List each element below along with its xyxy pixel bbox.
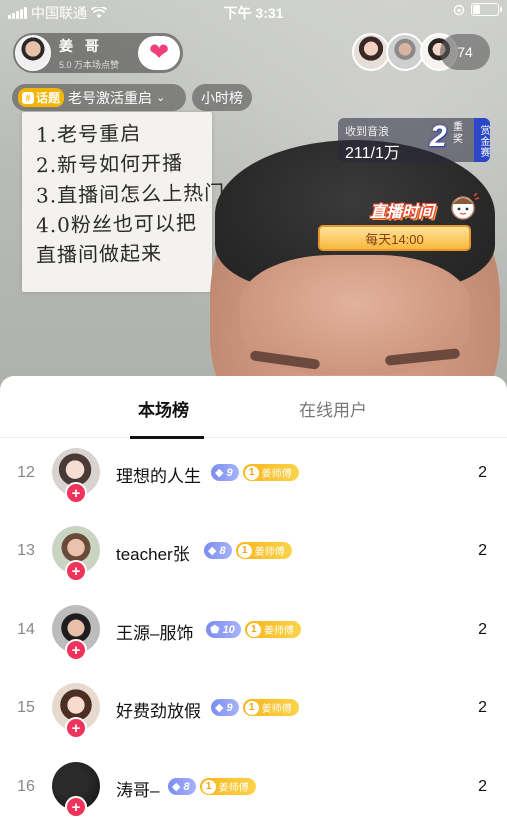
rank-row[interactable]: 15 + 好费劲放假 ◆ 9 1 姜师傅 2: [0, 683, 507, 763]
follow-plus-icon[interactable]: +: [65, 560, 87, 582]
viewer-count[interactable]: 74: [440, 34, 490, 70]
reward-label: 收到音浪: [345, 126, 389, 138]
follow-plus-icon[interactable]: +: [65, 639, 87, 661]
note-line: 1.老号重启: [35, 121, 142, 147]
host-avatar[interactable]: [15, 35, 51, 71]
follow-button[interactable]: ❤: [138, 36, 180, 70]
rank-row[interactable]: 14 + 王源–服饰 ⬟ 10 1 姜师傅 2: [0, 605, 507, 685]
rank-row[interactable]: 12 + 理想的人生 ◆ 9 1 姜师傅 2: [0, 448, 507, 528]
top-viewers[interactable]: [352, 33, 458, 71]
rank-number: 13: [17, 542, 35, 559]
user-badges: ◆ 9 1 姜师傅: [211, 699, 299, 716]
note-line: 2.新号如何开播: [35, 150, 184, 178]
orientation-lock-icon: [453, 4, 465, 15]
rank-row[interactable]: 13 + teacher张 ◆ 8 1 姜师傅 2: [0, 526, 507, 606]
user-score: 2: [478, 542, 487, 559]
fan-club-badge: 1 姜师傅: [199, 778, 256, 795]
follow-plus-icon[interactable]: +: [65, 717, 87, 739]
user-name[interactable]: 涛哥–: [116, 776, 159, 801]
topic-tag: # 话题: [18, 88, 65, 107]
viewer-avatar[interactable]: [386, 33, 424, 71]
level-badge: ◆ 9: [211, 699, 239, 716]
rank-number: 15: [17, 699, 35, 716]
heart-icon: ❤: [148, 39, 170, 66]
diamond-icon: ◆: [215, 467, 224, 479]
hashtag-icon: #: [22, 91, 34, 104]
reward-multiplier-suffix: 重奖: [453, 122, 463, 145]
rank-number: 12: [17, 464, 35, 481]
level-badge: ◆ 8: [168, 778, 196, 795]
live-schedule: 每天14:00: [318, 225, 471, 251]
user-score: 2: [478, 464, 487, 481]
battery-area: [453, 3, 502, 16]
reward-multiplier: 2: [430, 120, 447, 153]
user-badges: ◆ 9 1 姜师傅: [211, 464, 299, 481]
ranking-sheet: 本场榜 在线用户 12 + 理想的人生 ◆ 9 1 姜师傅 2 13 + teach…: [0, 376, 507, 821]
live-time-title: 直播时间: [370, 204, 435, 221]
diamond-icon: ◆: [215, 702, 224, 714]
follow-plus-icon[interactable]: +: [65, 796, 87, 818]
user-name[interactable]: 理想的人生: [116, 462, 201, 487]
user-score: 2: [478, 778, 487, 795]
user-name[interactable]: 好费劲放假: [116, 697, 201, 722]
fan-club-badge: 1 姜师傅: [244, 621, 301, 638]
user-badges: ◆ 8 1 姜师傅: [204, 542, 292, 559]
tab-online-users[interactable]: 在线用户: [299, 396, 367, 421]
follow-plus-icon[interactable]: +: [65, 482, 87, 504]
host-card[interactable]: 姜 哥 5.0 万本场点赞 ❤: [13, 33, 183, 73]
level-badge: ⬟ 10: [206, 621, 241, 638]
user-score: 2: [478, 621, 487, 638]
chevron-down-icon: ⌄: [156, 92, 166, 104]
reward-value: 211/1万: [345, 145, 400, 162]
battery-icon: [471, 3, 502, 16]
tab-session-rank[interactable]: 本场榜: [138, 396, 189, 421]
rank-number: 16: [17, 778, 35, 795]
topic-title: 老号激活重启: [68, 89, 153, 106]
rank-number: 14: [17, 621, 35, 638]
viewer-avatar[interactable]: [352, 33, 390, 71]
diamond-icon: ◆: [172, 781, 181, 793]
reward-side-label: 赏金赛: [474, 118, 490, 162]
fan-club-badge: 1 姜师傅: [235, 542, 292, 559]
note-line: 直播间做起来: [35, 240, 163, 268]
handwritten-note: 1.老号重启 2.新号如何开播 3.直播间怎么上热门 4.0粉丝也可以把 直播间…: [22, 112, 225, 292]
topic-tag-label: 话题: [36, 91, 61, 105]
hour-rank-button[interactable]: 小时榜: [192, 84, 252, 111]
fan-club-badge: 1 姜师傅: [242, 464, 299, 481]
fan-club-badge: 1 姜师傅: [242, 699, 299, 716]
rank-row[interactable]: 16 + 涛哥– ◆ 8 1 姜师傅 2: [0, 762, 507, 821]
note-line: 4.0粉丝也可以把: [35, 210, 198, 238]
active-tab-indicator: [130, 436, 204, 439]
user-name[interactable]: teacher张: [116, 540, 190, 565]
level-badge: ◆ 9: [211, 464, 239, 481]
host-name: 姜 哥: [59, 37, 103, 54]
user-badges: ◆ 8 1 姜师傅: [168, 778, 256, 795]
mascot-icon: [451, 192, 480, 220]
clock: 下午 3:31: [223, 5, 284, 21]
host-info: 姜 哥 5.0 万本场点赞: [59, 36, 139, 71]
host-likes: 5.0 万本场点赞: [59, 59, 120, 70]
level-badge: ◆ 8: [204, 542, 232, 559]
note-line: 3.直播间怎么上热门: [35, 180, 226, 208]
topic-pill[interactable]: # 话题 老号激活重启 ⌄: [12, 84, 186, 111]
reward-panel[interactable]: 收到音浪 211/1万 2 重奖 赏金赛: [338, 118, 490, 162]
status-bar: 中国联通 下午 3:31: [0, 0, 507, 24]
sheet-tabs: 本场榜 在线用户: [0, 376, 507, 439]
user-score: 2: [478, 699, 487, 716]
user-badges: ⬟ 10 1 姜师傅: [206, 621, 301, 638]
diamond-icon: ⬟: [210, 624, 220, 636]
diamond-icon: ◆: [208, 545, 217, 557]
user-name[interactable]: 王源–服饰: [116, 619, 193, 644]
